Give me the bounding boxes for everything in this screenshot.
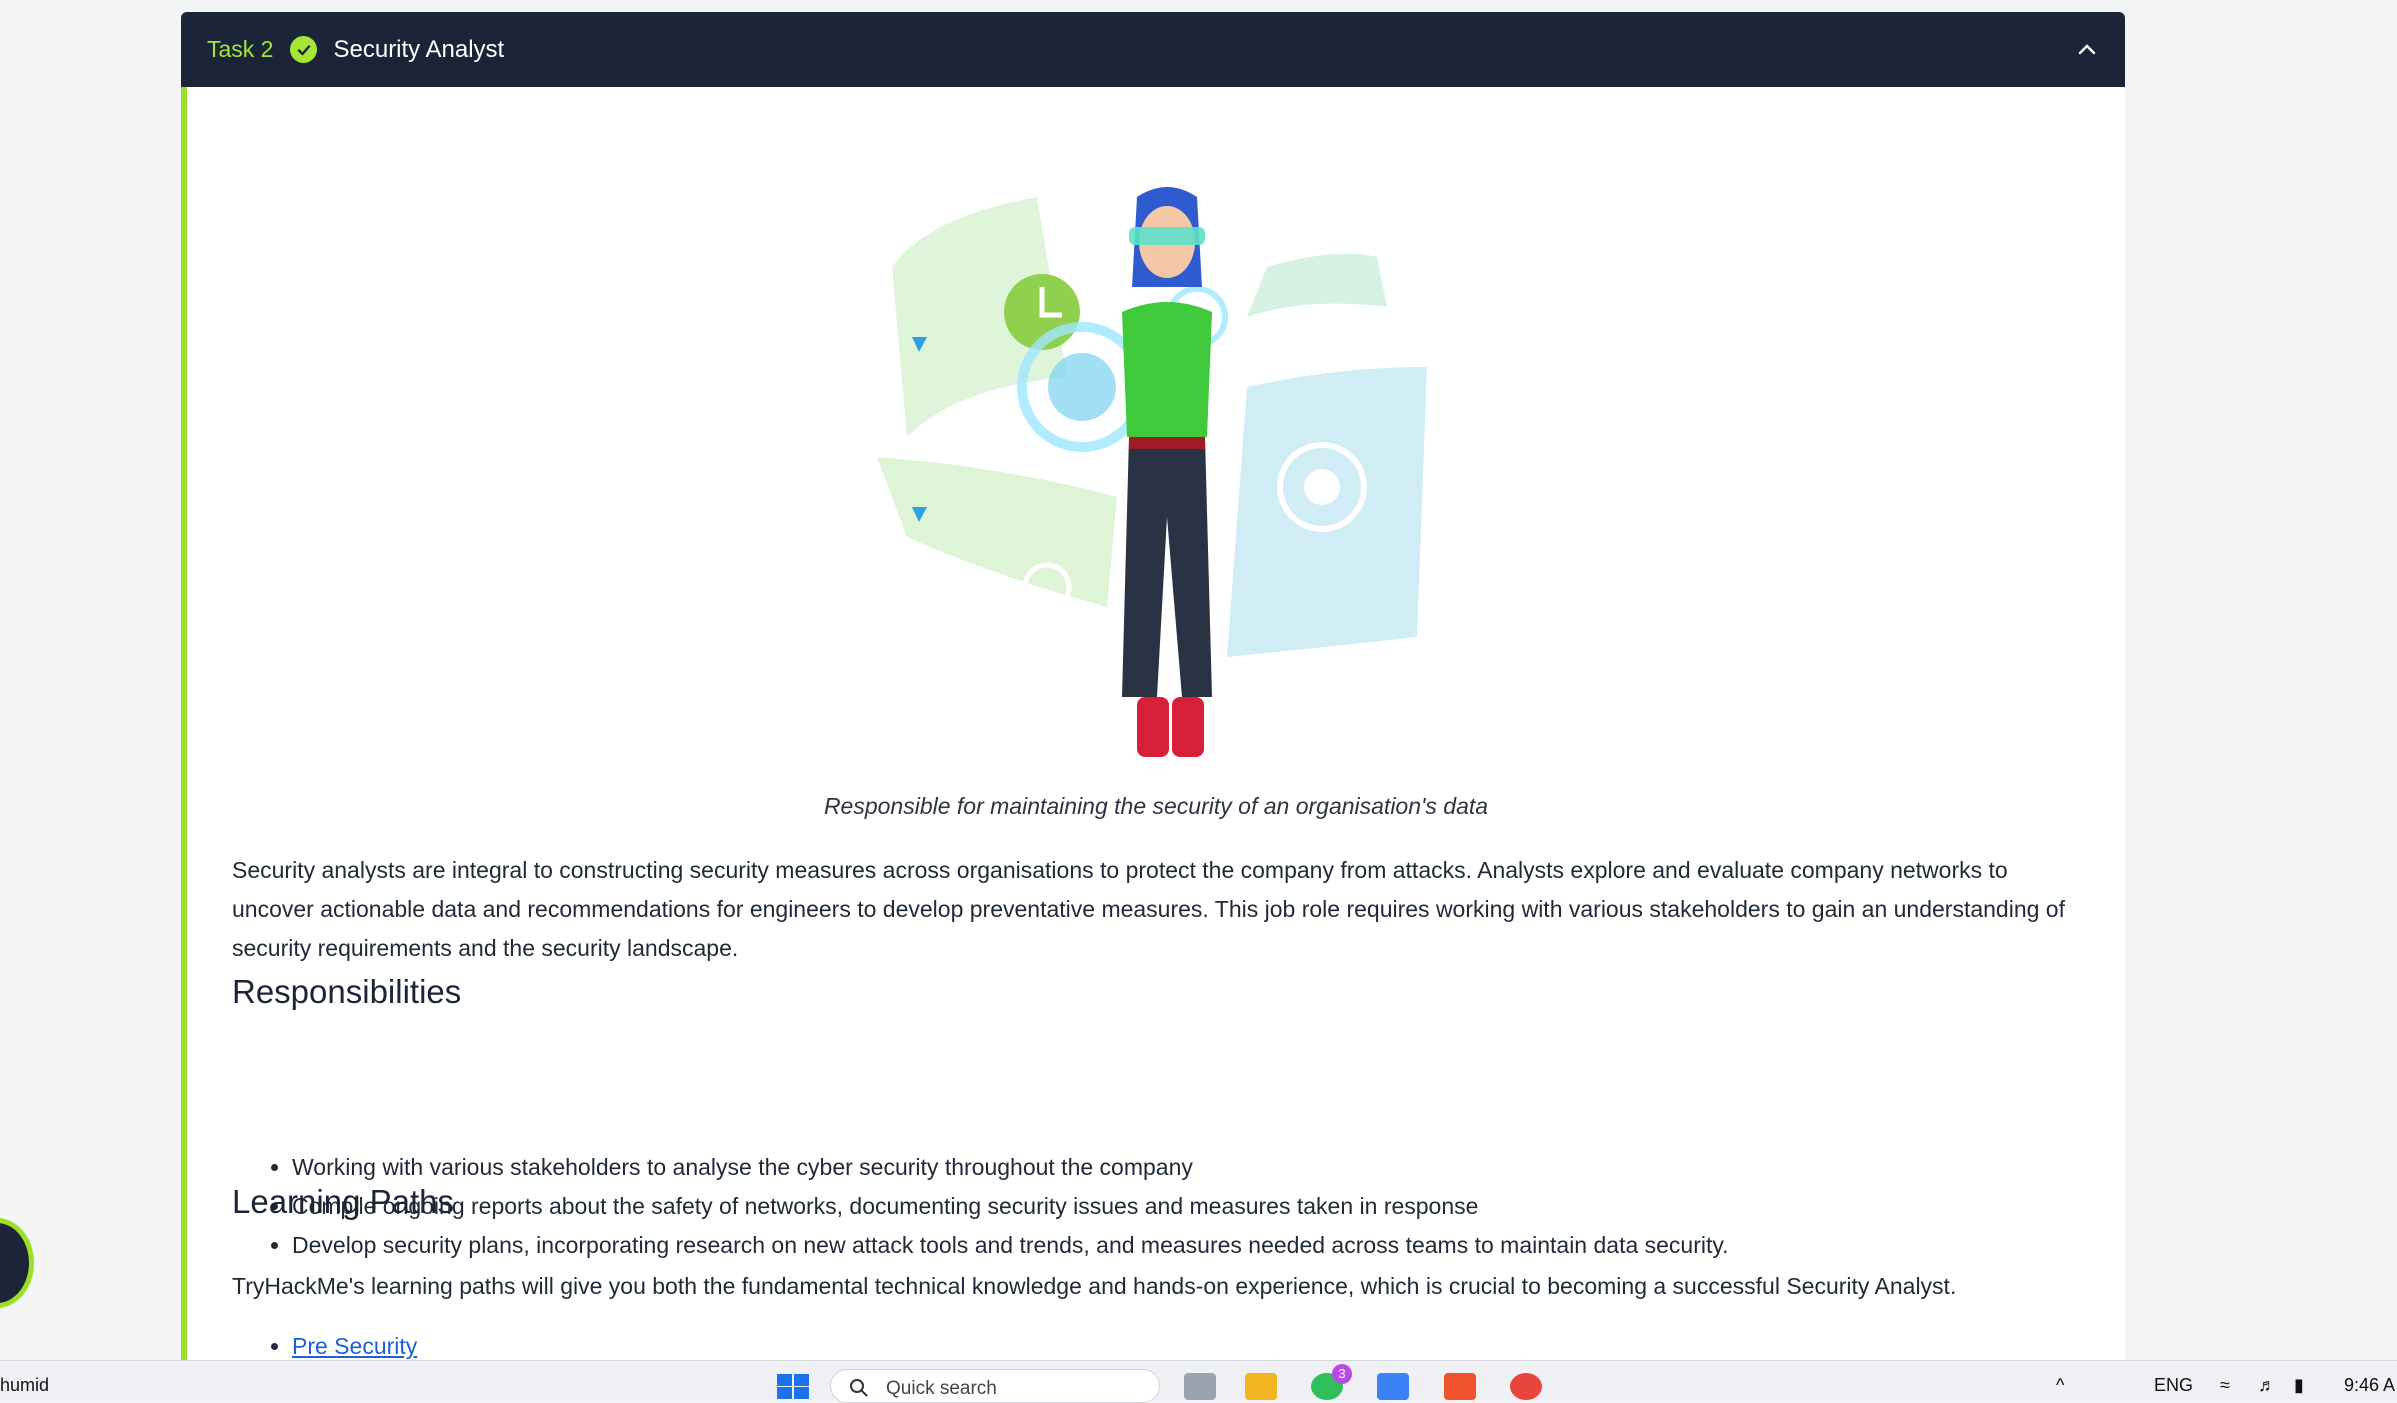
check-circle-icon bbox=[290, 36, 318, 63]
task-content-panel: Responsible for maintaining the security… bbox=[181, 87, 2125, 1360]
file-explorer-icon[interactable] bbox=[1245, 1373, 1277, 1400]
language-indicator[interactable]: ENG bbox=[2154, 1375, 2193, 1396]
volume-icon[interactable]: ♬ bbox=[2258, 1375, 2276, 1396]
weather-label: humid bbox=[0, 1375, 50, 1395]
battery-icon[interactable]: ▮ bbox=[2294, 1375, 2304, 1396]
task-number: Task 2 bbox=[207, 36, 274, 62]
store-icon[interactable] bbox=[1377, 1373, 1409, 1400]
image-caption: Responsible for maintaining the security… bbox=[823, 793, 1489, 819]
taskbar-search[interactable]: Quick search bbox=[830, 1369, 1160, 1403]
chrome-icon[interactable] bbox=[1510, 1373, 1542, 1400]
security-analyst-illustration bbox=[877, 187, 1427, 757]
responsibilities-heading: Responsibilities bbox=[232, 973, 462, 1010]
windows-start-icon[interactable] bbox=[776, 1373, 810, 1400]
os-taskbar: humid Quick search 3 ^ ENG ≈ ♬ ▮ 9:46 A bbox=[0, 1360, 2397, 1403]
floating-help-button[interactable] bbox=[0, 1218, 34, 1308]
search-icon bbox=[850, 1379, 868, 1397]
task-title: Security Analyst bbox=[333, 35, 505, 63]
brave-browser-icon[interactable] bbox=[1444, 1373, 1476, 1400]
learning-paths-heading: Learning Paths bbox=[232, 1183, 454, 1220]
list-item: Develop security plans, incorporating re… bbox=[292, 1226, 1729, 1265]
wifi-icon[interactable]: ≈ bbox=[2220, 1375, 2230, 1396]
clock[interactable]: 9:46 A bbox=[2344, 1375, 2395, 1396]
responsibilities-list: Working with various stakeholders to ana… bbox=[232, 1148, 1729, 1265]
list-item: Working with various stakeholders to ana… bbox=[292, 1148, 1729, 1187]
notification-badge: 3 bbox=[1332, 1364, 1352, 1384]
chevron-up-icon[interactable] bbox=[2073, 36, 2101, 64]
task-view-icon[interactable] bbox=[1184, 1373, 1216, 1400]
search-placeholder: Quick search bbox=[886, 1378, 997, 1399]
list-item: Compile ongoing reports about the safety… bbox=[292, 1187, 1729, 1226]
chevron-up-icon[interactable]: ^ bbox=[2056, 1375, 2064, 1396]
task-header[interactable]: Task 2 Security Analyst bbox=[181, 12, 2125, 87]
intro-paragraph: Security analysts are integral to constr… bbox=[232, 857, 2065, 961]
learning-paths-paragraph: TryHackMe's learning paths will give you… bbox=[232, 1273, 1957, 1299]
pre-security-link[interactable]: Pre Security bbox=[292, 1333, 417, 1359]
